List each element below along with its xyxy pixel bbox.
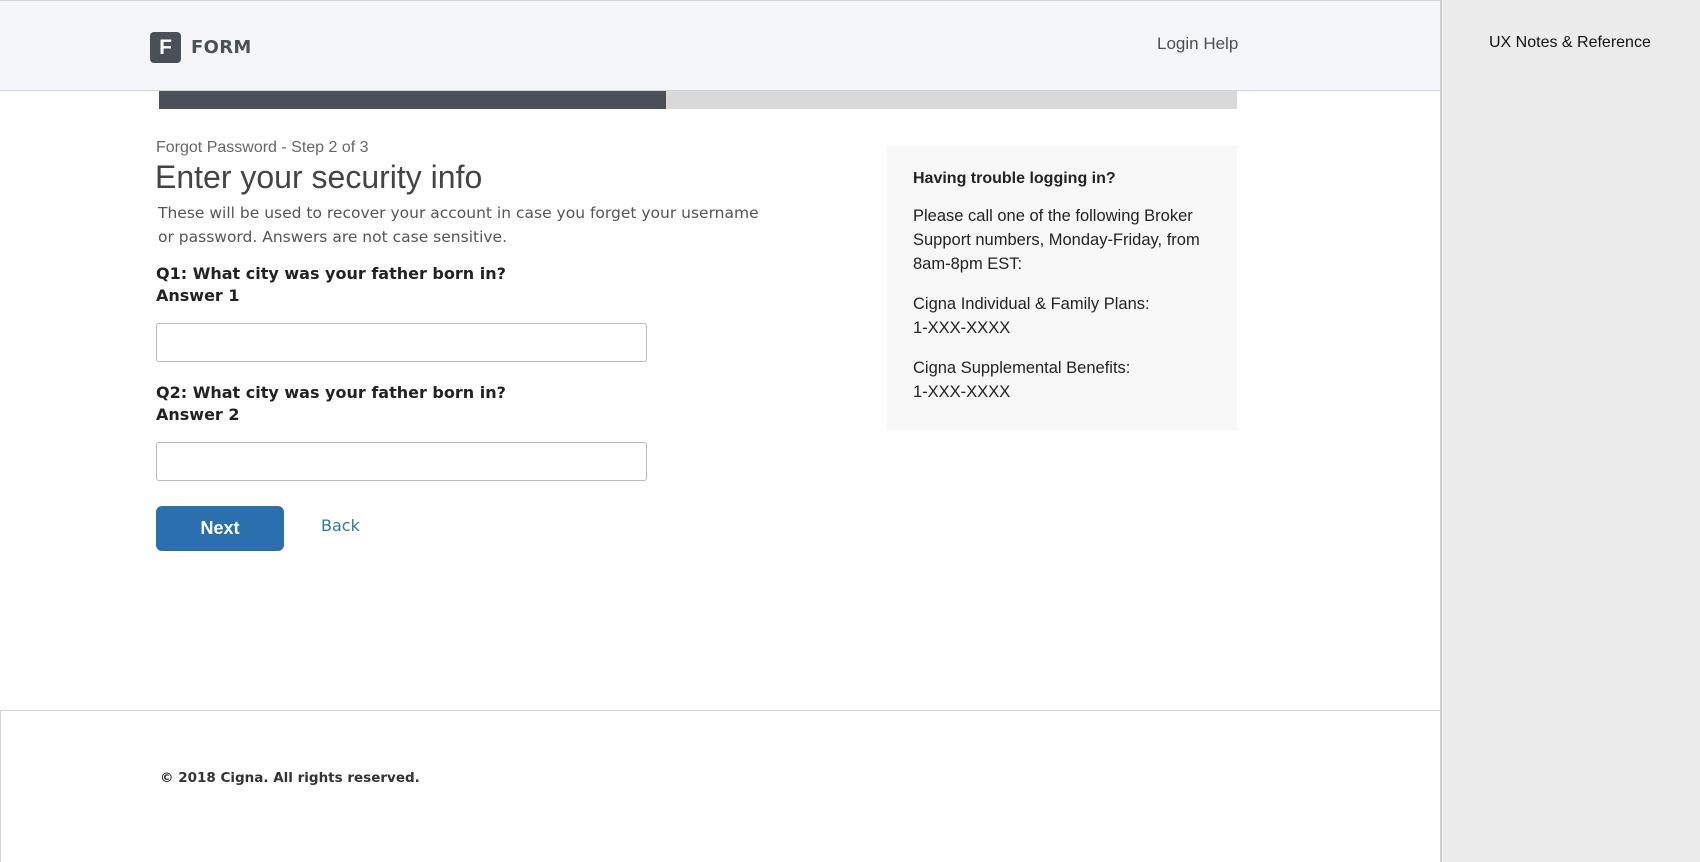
answer-1-input[interactable] xyxy=(156,323,647,362)
step-indicator: Forgot Password - Step 2 of 3 xyxy=(156,139,369,156)
answer-2-input[interactable] xyxy=(156,442,647,481)
support-line-phone[interactable]: 1-XXX-XXXX xyxy=(913,316,1211,340)
progress-bar-fill xyxy=(159,91,666,109)
back-link[interactable]: Back xyxy=(321,516,360,535)
ux-notes-panel: UX Notes & Reference xyxy=(1440,0,1700,862)
brand-name: FORM xyxy=(191,37,252,58)
help-panel: Having trouble logging in? Please call o… xyxy=(887,146,1237,430)
help-title: Having trouble logging in? xyxy=(913,170,1116,187)
top-header: F FORM Login Help xyxy=(0,0,1441,91)
support-line-supplemental: Cigna Supplemental Benefits: 1-XXX-XXXX xyxy=(913,356,1211,404)
next-button[interactable]: Next xyxy=(156,506,284,551)
support-line-phone[interactable]: 1-XXX-XXXX xyxy=(913,380,1211,404)
support-line-name: Cigna Supplemental Benefits: xyxy=(913,359,1131,377)
answer-1-label: Answer 1 xyxy=(156,286,240,305)
form-description: These will be used to recover your accou… xyxy=(158,204,759,246)
page-title: Enter your security info xyxy=(155,159,483,195)
copyright-text: © 2018 Cigna. All rights reserved. xyxy=(160,770,420,786)
login-help-link[interactable]: Login Help xyxy=(1157,34,1238,54)
help-intro: Please call one of the following Broker … xyxy=(913,207,1200,273)
main-column: F FORM Login Help Forgot Password - Step… xyxy=(0,0,1441,862)
ux-notes-title[interactable]: UX Notes & Reference xyxy=(1489,34,1651,52)
app-root: F FORM Login Help Forgot Password - Step… xyxy=(0,0,1700,862)
footer: © 2018 Cigna. All rights reserved. xyxy=(0,710,1441,862)
brand[interactable]: F FORM xyxy=(150,32,252,63)
progress-bar xyxy=(159,91,1237,109)
question-2-label: Q2: What city was your father born in? xyxy=(156,383,506,402)
answer-2-label: Answer 2 xyxy=(156,405,240,424)
brand-logo-icon: F xyxy=(150,32,181,63)
support-line-individual: Cigna Individual & Family Plans: 1-XXX-X… xyxy=(913,292,1211,340)
support-line-name: Cigna Individual & Family Plans: xyxy=(913,295,1150,313)
question-1-label: Q1: What city was your father born in? xyxy=(156,264,506,283)
